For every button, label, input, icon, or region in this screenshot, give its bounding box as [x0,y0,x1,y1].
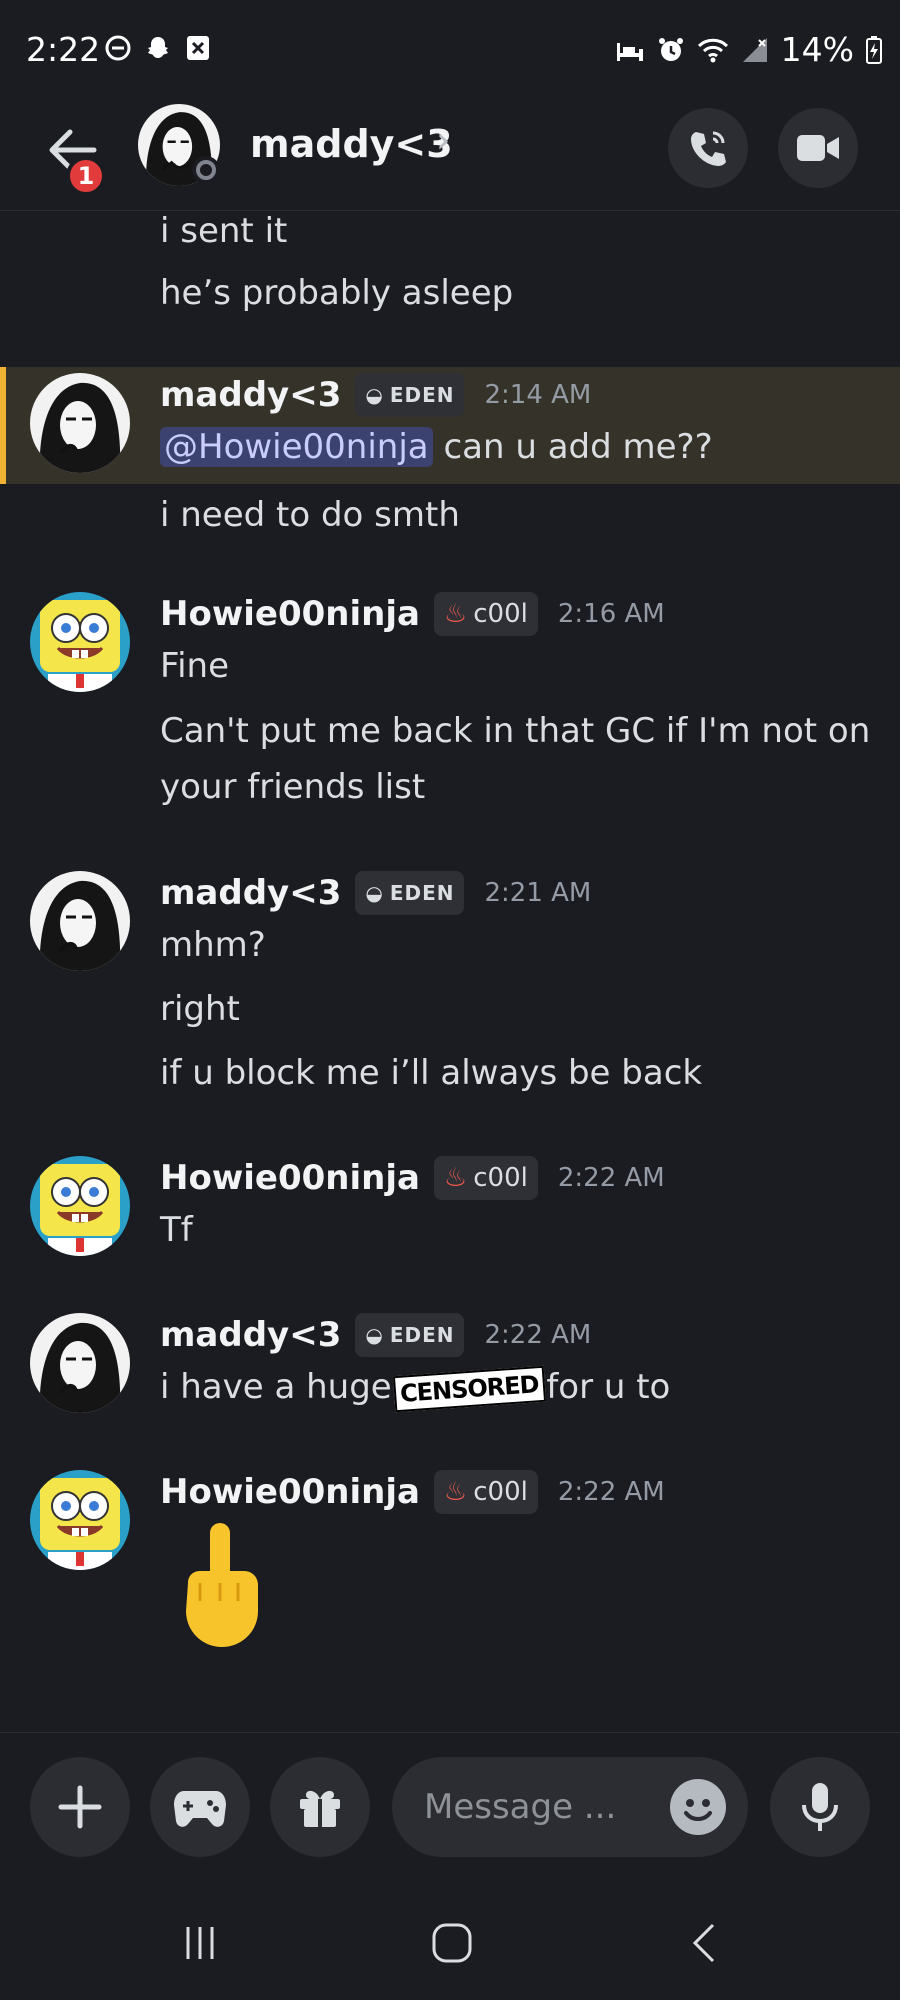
message-text: i need to do smth [160,495,460,535]
username[interactable]: Howie00ninja [160,594,420,634]
notification-app-icon [184,34,212,62]
avatar[interactable] [30,1313,130,1413]
eden-tag-icon: ◒ [365,383,384,407]
message-text: Fine [160,646,229,686]
video-call-button[interactable] [778,108,858,188]
battery-percent: 14% [780,30,854,69]
username[interactable]: Howie00ninja [160,1158,420,1198]
offline-status-icon [192,156,220,184]
avatar[interactable] [30,1156,130,1256]
alarm-icon [658,37,683,61]
message-list[interactable]: i sent it he’s probably asleep maddy<3 ◒… [0,211,900,1731]
message-text: Tf [160,1210,193,1250]
message-text: @Howie00ninja can u add me?? [160,427,713,467]
flame-tag-icon: ♨ [443,599,468,629]
wifi-icon [697,38,728,62]
smiley-icon [684,1799,712,1821]
emoji-button[interactable] [670,1779,726,1835]
timestamp: 2:14 AM [484,380,592,410]
message-header: Howie00ninja ♨ c00l 2:16 AM [160,592,665,636]
server-tag[interactable]: ♨ c00l [433,592,538,636]
phone-icon [691,131,726,166]
message-header: maddy<3 ◒ EDEN 2:21 AM [160,871,591,915]
middle-finger-emoji [176,1521,266,1651]
video-camera-icon [797,135,839,161]
activities-button[interactable] [150,1757,250,1857]
do-not-disturb-icon [104,34,132,62]
username[interactable]: maddy<3 [160,873,341,913]
avatar[interactable] [30,1470,130,1570]
signal-icon [742,37,767,62]
flame-tag-icon: ♨ [443,1163,468,1193]
message-text: mhm? [160,925,266,965]
voice-call-button[interactable] [668,108,748,188]
home-icon [432,1923,472,1963]
user-mention[interactable]: @Howie00ninja [160,427,433,467]
avatar[interactable] [30,871,130,971]
add-attachment-button[interactable] [30,1757,130,1857]
system-back-button[interactable] [674,1918,734,1968]
flame-tag-icon: ♨ [443,1477,468,1507]
message-text: if u block me i’ll always be back [160,1053,703,1093]
chevron-left-icon [692,1923,715,1963]
server-tag[interactable]: ◒ EDEN [355,871,465,915]
battery-charging-icon [866,35,882,64]
server-tag[interactable]: ◒ EDEN [355,373,465,417]
message-text: Can't put me back in that GC if I'm not … [160,711,871,751]
composer: Message ... [0,1732,900,1883]
timestamp: 2:22 AM [557,1477,665,1507]
username[interactable]: maddy<3 [160,1315,341,1355]
server-tag[interactable]: ♨ c00l [433,1156,538,1200]
gift-button[interactable] [270,1757,370,1857]
message-header: maddy<3 ◒ EDEN 2:22 AM [160,1313,591,1357]
message-text: i sent it [160,211,288,251]
home-button[interactable] [422,1918,482,1968]
microphone-icon [802,1783,838,1831]
message-text: i have a huge CENSORED for u to [160,1365,670,1412]
system-navigation-bar [0,1882,900,2000]
status-bar: 2:22 14% [0,0,900,100]
unread-badge: 1 [66,156,106,196]
chat-header: 1 maddy<3 › [0,100,900,211]
recent-apps-button[interactable] [170,1918,230,1968]
message-text: right [160,989,240,1029]
status-time: 2:22 [26,30,101,69]
channel-title[interactable]: maddy<3 [250,122,453,166]
server-tag[interactable]: ◒ EDEN [355,1313,465,1357]
message-header: maddy<3 ◒ EDEN 2:14 AM [160,373,591,417]
username[interactable]: Howie00ninja [160,1472,420,1512]
censored-sticker: CENSORED [392,1365,546,1412]
timestamp: 2:22 AM [557,1163,665,1193]
avatar[interactable] [30,373,130,473]
voice-message-button[interactable] [770,1757,870,1857]
plus-icon [58,1785,102,1829]
message-header: Howie00ninja ♨ c00l 2:22 AM [160,1470,665,1514]
username[interactable]: maddy<3 [160,375,341,415]
eden-tag-icon: ◒ [365,881,384,905]
message-header: Howie00ninja ♨ c00l 2:22 AM [160,1156,665,1200]
avatar[interactable] [30,592,130,692]
eden-tag-icon: ◒ [365,1323,384,1347]
timestamp: 2:22 AM [484,1320,592,1350]
timestamp: 2:21 AM [484,878,592,908]
message-text: he’s probably asleep [160,273,514,313]
snapchat-icon [144,34,172,62]
message-input[interactable]: Message ... [392,1757,748,1857]
message-text: your friends list [160,767,426,807]
recent-apps-icon [186,1927,214,1959]
gift-icon [300,1790,340,1827]
gamepad-icon [174,1791,226,1827]
chevron-right-icon[interactable]: › [436,120,450,161]
server-tag[interactable]: ♨ c00l [433,1470,538,1514]
message-placeholder: Message ... [424,1787,617,1827]
bed-icon [616,42,643,61]
timestamp: 2:16 AM [557,599,665,629]
